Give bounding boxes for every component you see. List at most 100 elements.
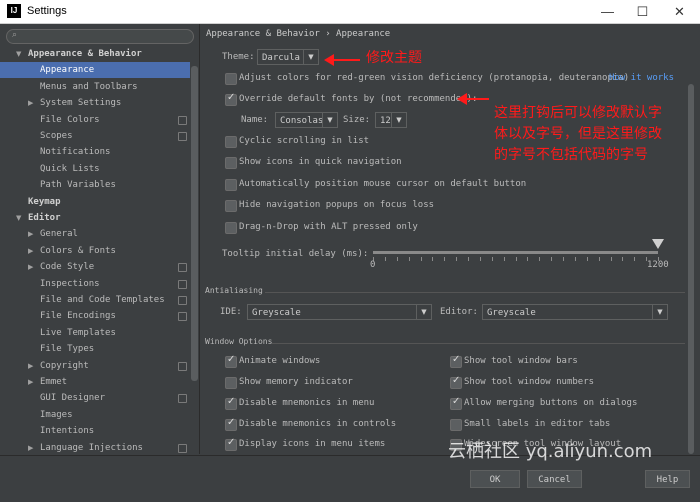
chevron-right-icon[interactable]: ▶ xyxy=(28,95,33,111)
cancel-button[interactable]: Cancel xyxy=(527,470,582,488)
disable-mnemonics-controls-checkbox[interactable] xyxy=(225,417,237,431)
sidebar-item[interactable]: ▶ Language Injections xyxy=(0,440,190,456)
editor-label: Editor: xyxy=(440,307,478,317)
chevron-down-icon: ▼ xyxy=(391,113,406,127)
show-icons-nav-checkbox[interactable] xyxy=(225,157,237,169)
tooltip-max-label: 1200 xyxy=(647,260,669,270)
sidebar-item-label: Editor xyxy=(28,213,61,223)
sidebar-item[interactable]: Keymap xyxy=(0,194,190,210)
tooltip-delay-slider-thumb[interactable] xyxy=(652,239,664,249)
show-tool-numbers-checkbox[interactable] xyxy=(450,375,462,389)
ok-button[interactable]: OK xyxy=(470,470,520,488)
chevron-right-icon[interactable]: ▶ xyxy=(28,259,33,275)
sidebar-item-label: File and Code Templates xyxy=(40,295,165,305)
sidebar-item[interactable]: ▶ Colors & Fonts xyxy=(0,243,190,259)
sidebar-item[interactable]: File Colors xyxy=(0,112,190,128)
animate-windows-label: Animate windows xyxy=(239,356,321,366)
editor-antialiasing-select[interactable]: Greyscale ▼ xyxy=(482,304,668,320)
theme-select[interactable]: Darcula ▼ xyxy=(257,49,319,65)
sidebar-item[interactable]: ▼ Appearance & Behavior xyxy=(0,46,190,62)
how-it-works-link[interactable]: How it works xyxy=(609,73,674,83)
sidebar-item[interactable]: Appearance xyxy=(0,62,190,79)
chevron-down-icon[interactable]: ▼ xyxy=(16,46,21,62)
slider-tick xyxy=(384,257,386,261)
small-labels-label: Small labels in editor tabs xyxy=(464,419,611,429)
ide-label: IDE: xyxy=(220,307,242,317)
drag-n-drop-label: Drag-n-Drop with ALT pressed only xyxy=(239,222,418,232)
cyclic-scrolling-checkbox[interactable] xyxy=(225,136,237,148)
chevron-right-icon[interactable]: ▶ xyxy=(28,358,33,374)
override-fonts-checkbox[interactable] xyxy=(225,92,237,106)
slider-tick xyxy=(574,257,576,261)
project-scope-icon xyxy=(178,279,187,289)
slider-tick xyxy=(586,257,588,261)
window-title: Settings xyxy=(27,5,67,17)
chevron-right-icon[interactable]: ▶ xyxy=(28,226,33,242)
red-arrow-fonts xyxy=(457,93,489,105)
project-scope-icon xyxy=(178,132,187,141)
sidebar-item[interactable]: File Types xyxy=(0,341,190,357)
sidebar-item[interactable]: Intentions xyxy=(0,423,190,439)
font-size-select[interactable]: 12 ▼ xyxy=(375,112,407,128)
chevron-right-icon[interactable]: ▶ xyxy=(28,440,33,456)
animate-windows-checkbox[interactable] xyxy=(225,354,237,368)
font-annotation: 这里打钩后可以修改默认字 体以及字号，但是这里修改 的字号不包括代码的字号 xyxy=(494,103,662,166)
tooltip-delay-slider[interactable] xyxy=(373,251,658,254)
sidebar-item-label: Colors & Fonts xyxy=(40,245,116,256)
sidebar-item[interactable]: Scopes xyxy=(0,128,190,144)
show-tool-bars-checkbox[interactable] xyxy=(450,354,462,368)
sidebar-item[interactable]: ▶ Emmet xyxy=(0,374,190,390)
sidebar-item-label: File Types xyxy=(40,344,95,355)
cyclic-scrolling-label: Cyclic scrolling in list xyxy=(239,136,370,146)
sidebar-scrollbar[interactable] xyxy=(191,66,198,381)
sidebar-item[interactable]: Live Templates xyxy=(0,325,190,341)
sidebar-item[interactable]: ▶ Code Style xyxy=(0,259,190,275)
slider-tick xyxy=(634,257,636,261)
hide-nav-popups-checkbox[interactable] xyxy=(225,200,237,212)
minimize-button[interactable]: — xyxy=(590,0,625,23)
ide-antialiasing-value: Greyscale xyxy=(252,308,301,318)
disable-mnemonics-controls-label: Disable mnemonics in controls xyxy=(239,419,397,429)
sidebar-item[interactable]: ▶ Copyright xyxy=(0,358,190,374)
close-button[interactable]: ✕ xyxy=(662,0,697,23)
project-scope-icon xyxy=(178,115,187,125)
sidebar-item[interactable]: Images xyxy=(0,407,190,423)
sidebar-item-label: Appearance xyxy=(40,65,95,76)
slider-tick xyxy=(468,257,469,261)
display-icons-menu-checkbox[interactable] xyxy=(225,437,237,451)
chevron-down-icon[interactable]: ▼ xyxy=(16,210,21,226)
font-size-label: Size: xyxy=(343,115,371,125)
sidebar-item[interactable]: ▼ Editor xyxy=(0,210,190,226)
show-tool-numbers-label: Show tool window numbers xyxy=(464,377,595,387)
sidebar-item[interactable]: Menus and Toolbars xyxy=(0,79,190,95)
slider-tick xyxy=(539,257,541,261)
sidebar-item[interactable]: Notifications xyxy=(0,144,190,160)
show-memory-checkbox[interactable] xyxy=(225,377,237,389)
search-input[interactable]: ⌕ xyxy=(6,29,194,44)
chevron-right-icon[interactable]: ▶ xyxy=(28,243,33,259)
sidebar-item[interactable]: Inspections xyxy=(0,276,190,292)
sidebar-item[interactable]: GUI Designer xyxy=(0,390,190,406)
disable-mnemonics-menu-checkbox[interactable] xyxy=(225,396,237,410)
sidebar-item-label: Path Variables xyxy=(40,180,116,191)
sidebar-item-label: Scopes xyxy=(40,131,73,141)
sidebar-item[interactable]: ▶ General xyxy=(0,226,190,242)
sidebar-item[interactable]: Quick Lists xyxy=(0,161,190,177)
auto-position-checkbox[interactable] xyxy=(225,179,237,191)
chevron-right-icon[interactable]: ▶ xyxy=(28,374,33,390)
sidebar-item[interactable]: Path Variables xyxy=(0,177,190,193)
sidebar-item[interactable]: File Encodings xyxy=(0,308,190,324)
sidebar-item[interactable]: ▶ System Settings xyxy=(0,95,190,111)
small-labels-checkbox[interactable] xyxy=(450,419,462,431)
help-button[interactable]: Help xyxy=(645,470,690,488)
allow-merging-checkbox[interactable] xyxy=(450,396,462,410)
ide-antialiasing-select[interactable]: Greyscale ▼ xyxy=(247,304,432,320)
sidebar-item[interactable]: File and Code Templates xyxy=(0,292,190,308)
content-scrollbar[interactable] xyxy=(688,84,694,454)
theme-annotation: 修改主题 xyxy=(366,50,422,66)
font-name-select[interactable]: Consolas ▼ xyxy=(275,112,338,128)
maximize-button[interactable]: ☐ xyxy=(625,0,660,23)
sidebar-item-label: Emmet xyxy=(40,377,68,387)
drag-n-drop-checkbox[interactable] xyxy=(225,222,237,234)
adjust-colors-checkbox[interactable] xyxy=(225,73,237,85)
